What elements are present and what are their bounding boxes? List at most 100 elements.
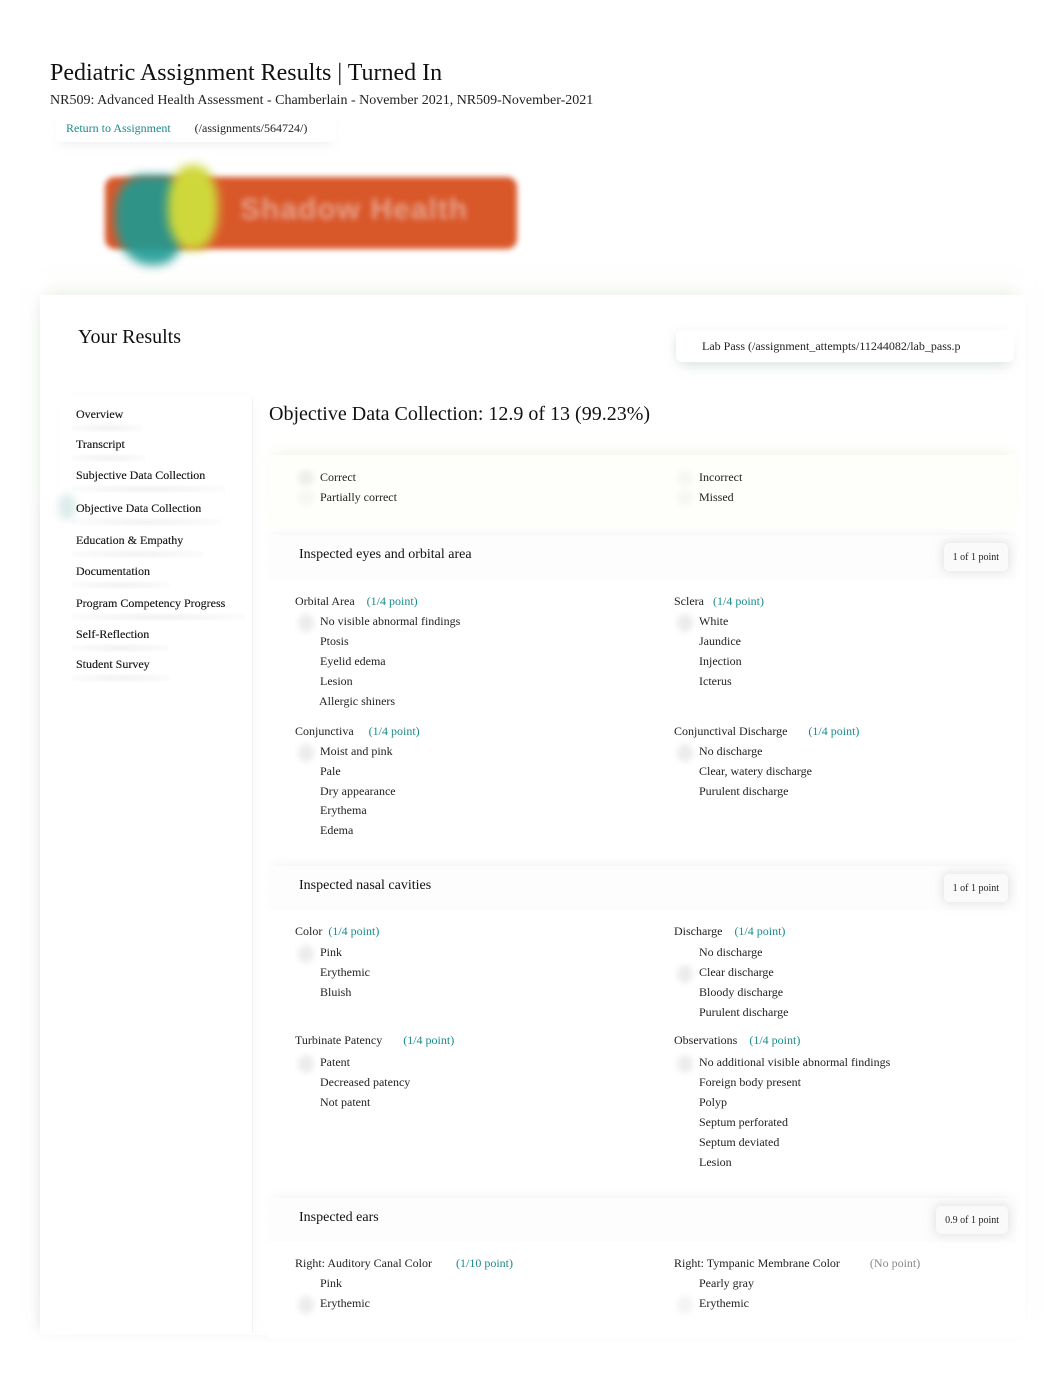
group-label: Conjunctival Discharge xyxy=(674,724,788,738)
option-item: Septum deviated xyxy=(699,1135,779,1150)
option-item: Foreign body present xyxy=(699,1075,801,1090)
option-item: Allergic shiners xyxy=(319,694,395,709)
results-title: Your Results xyxy=(78,326,181,348)
correct-icon xyxy=(677,1055,693,1073)
section-score-title: Objective Data Collection: 12.9 of 13 (9… xyxy=(269,403,651,425)
option-item: Pale xyxy=(320,764,341,779)
correct-icon xyxy=(298,469,314,486)
option-label: No additional visible abnormal findings xyxy=(699,1055,891,1069)
group-points: (1/4 point) xyxy=(328,924,380,938)
legend-missed: Missed xyxy=(677,489,734,506)
question-card: Inspected nasal cavities 1 of 1 point Co… xyxy=(268,866,1016,1184)
group-label: Right: Tympanic Membrane Color xyxy=(674,1256,840,1270)
group-points: (1/4 point) xyxy=(712,594,764,608)
legend-label: Missed xyxy=(699,490,734,504)
correct-icon xyxy=(677,614,693,632)
return-url: (/assignments/564724/) xyxy=(194,120,308,135)
return-to-assignment-link[interactable]: Return to Assignment xyxy=(66,121,171,136)
sidebar-item-transcript[interactable]: Transcript xyxy=(72,437,145,462)
option-item: Bloody discharge xyxy=(699,985,783,1000)
legend-incorrect: Incorrect xyxy=(677,469,743,486)
group-header: Color (1/4 point) xyxy=(295,924,379,939)
sidebar-item-overview[interactable]: Overview xyxy=(71,407,144,432)
option-label: Bloody discharge xyxy=(699,985,784,999)
option-label: Purulent discharge xyxy=(699,784,789,798)
option-item: Septum perforated xyxy=(699,1115,788,1130)
legend-label: Incorrect xyxy=(699,470,743,484)
group-header: Turbinate Patency (1/4 point) xyxy=(295,1033,454,1048)
option-item: Lesion xyxy=(699,1155,732,1170)
option-item: No discharge xyxy=(677,744,763,762)
group-header: Conjunctival Discharge (1/4 point) xyxy=(674,724,859,739)
option-label: No discharge xyxy=(699,945,763,959)
group-points: (1/10 point) xyxy=(456,1256,513,1270)
group-label: Discharge xyxy=(674,924,723,938)
sidebar-item-student-survey[interactable]: Student Survey xyxy=(72,657,170,682)
option-label: Lesion xyxy=(320,674,353,688)
option-label: Polyp xyxy=(699,1095,728,1109)
option-label: White xyxy=(699,614,729,628)
option-label: Erythema xyxy=(320,803,367,817)
group-header: Orbital Area (1/4 point) xyxy=(295,594,418,609)
option-label: Clear discharge xyxy=(699,965,774,979)
logo-mark-accent-icon xyxy=(168,165,218,250)
option-label: No discharge xyxy=(699,744,763,758)
correct-icon xyxy=(298,945,314,963)
option-item: Moist and pink xyxy=(298,744,393,762)
option-label: Edema xyxy=(320,823,354,837)
sidebar-item-documentation[interactable]: Documentation xyxy=(72,564,170,589)
group-header: Right: Auditory Canal Color (1/10 point) xyxy=(295,1256,513,1271)
option-item: Lesion xyxy=(320,674,353,689)
sidebar-item-education-empathy[interactable]: Education & Empathy xyxy=(71,533,204,558)
group-header: Discharge (1/4 point) xyxy=(674,924,785,939)
question-title: Inspected eyes and orbital area xyxy=(299,547,472,562)
option-label: Ptosis xyxy=(320,634,349,648)
option-item: Pink xyxy=(320,1276,342,1291)
question-header: Inspected eyes and orbital area 1 of 1 p… xyxy=(268,535,1016,579)
option-item: Ptosis xyxy=(320,634,349,649)
group-points: (No point) xyxy=(869,1256,921,1270)
question-card: Inspected ears 0.9 of 1 point Right: Aud… xyxy=(268,1198,1016,1338)
sidebar-item-objective-data-collection[interactable]: Objective Data Collection xyxy=(71,501,222,526)
sidebar-item-self-reflection[interactable]: Self-Reflection xyxy=(71,627,170,652)
correct-icon xyxy=(298,744,314,762)
lab-pass-link[interactable]: Lab Pass (/assignment_attempts/11244082/… xyxy=(676,330,1014,362)
option-label: Erythemic xyxy=(699,1296,749,1310)
option-label: Foreign body present xyxy=(699,1075,801,1089)
option-item: Erythemic xyxy=(298,1296,370,1314)
option-item: Injection xyxy=(699,654,742,669)
question-card: Inspected eyes and orbital area 1 of 1 p… xyxy=(268,535,1016,855)
option-label: Patent xyxy=(320,1055,350,1069)
group-points: (1/4 point) xyxy=(368,724,420,738)
group-label: Orbital Area xyxy=(295,594,355,608)
option-item: No additional visible abnormal findings xyxy=(677,1055,891,1073)
shadow-health-logo: Shadow Health xyxy=(100,165,520,265)
group-points: (1/4 point) xyxy=(366,594,418,608)
option-label: Lesion xyxy=(699,1155,732,1169)
option-item: Icterus xyxy=(699,674,732,689)
option-label: Pale xyxy=(320,764,341,778)
group-label: Turbinate Patency xyxy=(295,1033,383,1047)
option-item: Decreased patency xyxy=(320,1075,410,1090)
active-indicator xyxy=(58,494,76,520)
sidebar-item-subjective-data-collection[interactable]: Subjective Data Collection xyxy=(71,468,226,493)
option-label: Pink xyxy=(320,1276,343,1290)
option-item: Purulent discharge xyxy=(699,784,788,799)
sidebar-item-program-competency-progress[interactable]: Program Competency Progress xyxy=(71,596,246,621)
option-label: Decreased patency xyxy=(320,1075,411,1089)
course-subtitle: NR509: Advanced Health Assessment - Cham… xyxy=(50,93,594,108)
option-item: Pearly gray xyxy=(699,1276,754,1291)
option-item: Eyelid edema xyxy=(320,654,386,669)
option-label: Jaundice xyxy=(699,634,741,648)
question-score-badge: 0.9 of 1 point xyxy=(936,1206,1008,1234)
option-label: Septum perforated xyxy=(699,1115,788,1129)
option-item: Erythemic xyxy=(320,965,370,980)
option-label: Moist and pink xyxy=(320,744,393,758)
group-header: Sclera (1/4 point) xyxy=(674,594,764,609)
option-item: Purulent discharge xyxy=(699,1005,788,1020)
group-label: Color xyxy=(295,924,323,938)
option-label: Erythemic xyxy=(320,1296,370,1310)
option-label: Purulent discharge xyxy=(699,1005,789,1019)
option-label: Septum deviated xyxy=(699,1135,780,1149)
option-item: Erythemic xyxy=(677,1296,749,1314)
